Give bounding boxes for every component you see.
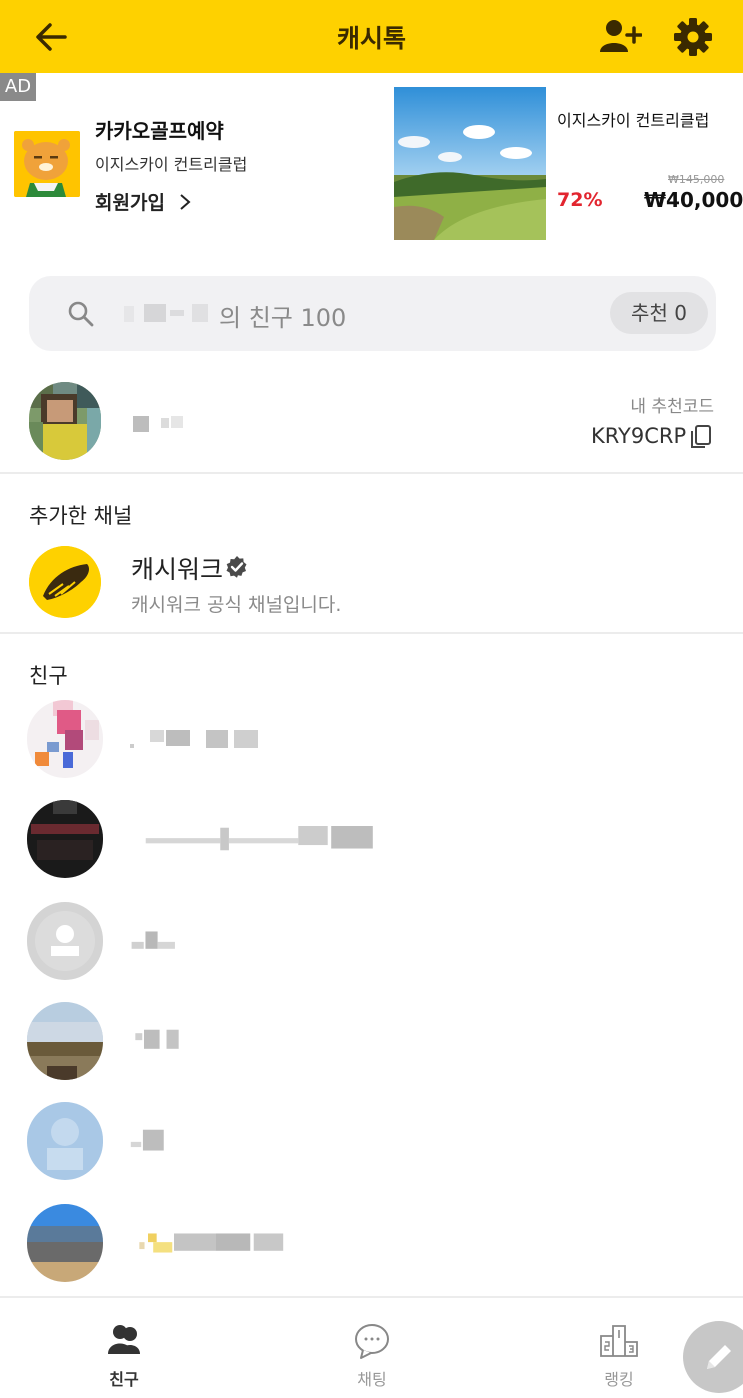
- tab-chat[interactable]: 채팅: [312, 1298, 432, 1398]
- friend-avatar: [27, 800, 103, 878]
- friends-section-title: 친구: [29, 664, 68, 688]
- ad-original-price: ₩145,000: [668, 173, 725, 186]
- tab-ranking[interactable]: 랭킹: [559, 1298, 679, 1398]
- pencil-icon: [707, 1345, 731, 1369]
- cashwalk-logo: [29, 546, 101, 618]
- tab-friends-label: 친구: [109, 1370, 139, 1389]
- ad-discount: 72%: [557, 189, 603, 211]
- tab-chat-label: 채팅: [357, 1370, 387, 1389]
- channels-section-title: 추가한 채널: [29, 504, 133, 528]
- search-icon: [68, 301, 94, 327]
- ad-product-title: 이지스카이 컨트리클럽: [557, 111, 710, 130]
- friend-list-item[interactable]: [0, 700, 743, 790]
- divider: [0, 472, 743, 474]
- blurred-friend-name: [139, 1233, 284, 1253]
- referral-code-label: 내 추천코드: [630, 397, 714, 417]
- podium-icon: [600, 1325, 638, 1357]
- blurred-friend-name: [131, 931, 175, 949]
- friend-list-item[interactable]: [0, 1102, 743, 1192]
- tab-friends[interactable]: 친구: [64, 1298, 184, 1398]
- ad-brand-name: 카카오골프예약: [95, 119, 224, 143]
- friend-list-item[interactable]: [0, 800, 743, 890]
- bottom-nav: 친구 채팅 랭킹: [0, 1296, 743, 1398]
- blurred-friend-name: [135, 1029, 179, 1049]
- ad-signup-link[interactable]: 회원가입: [95, 188, 192, 215]
- chat-bubble-icon: [355, 1324, 389, 1359]
- ad-badge: AD: [0, 73, 36, 101]
- copy-icon[interactable]: [690, 424, 712, 450]
- verified-badge-icon: [226, 556, 247, 578]
- default-avatar-icon: [27, 902, 103, 980]
- friend-avatar: [27, 1102, 103, 1180]
- blurred-username: [124, 304, 208, 322]
- blurred-friend-name: [145, 826, 373, 851]
- friend-search-bar[interactable]: 의 친구 100 추천 0: [29, 276, 716, 351]
- friend-list-item[interactable]: [0, 1204, 743, 1294]
- ad-logo: [14, 131, 80, 197]
- gear-icon[interactable]: [672, 16, 714, 58]
- ad-signup-label: 회원가입: [95, 192, 165, 214]
- add-friend-icon[interactable]: [598, 16, 642, 56]
- friend-list-item[interactable]: [0, 902, 743, 992]
- friend-avatar: [27, 1002, 103, 1080]
- ad-banner[interactable]: AD 카카오골프예약 이지스카이 컨트리클럽 회원가입 이지스카이 컨트리클럽 …: [0, 73, 743, 258]
- channel-description: 캐시워크 공식 채널입니다.: [131, 594, 342, 616]
- referral-code: KRY9CRP: [591, 424, 687, 448]
- ad-subtitle: 이지스카이 컨트리클럽: [95, 155, 248, 174]
- divider: [0, 632, 743, 634]
- top-app-bar: 캐시톡: [0, 0, 743, 73]
- golf-course-image[interactable]: [394, 87, 546, 240]
- friend-list-item[interactable]: [0, 1002, 743, 1092]
- channel-item-cashwalk[interactable]: 캐시워크 캐시워크 공식 채널입니다.: [0, 540, 743, 625]
- blurred-friend-name: [130, 730, 258, 748]
- my-profile-row[interactable]: 내 추천코드 KRY9CRP: [0, 378, 743, 473]
- friend-avatar: [27, 1204, 103, 1282]
- chevron-right-icon: [179, 194, 191, 210]
- blurred-my-name: [133, 416, 183, 432]
- blurred-friend-name: [130, 1129, 164, 1151]
- ad-price: ₩40,000: [644, 188, 743, 212]
- friends-icon: [108, 1325, 140, 1354]
- recommend-button[interactable]: 추천 0: [610, 292, 708, 334]
- friend-avatar: [27, 700, 103, 778]
- friend-count-label: 의 친구 100: [219, 304, 347, 332]
- tab-ranking-label: 랭킹: [604, 1370, 634, 1389]
- my-avatar[interactable]: [29, 382, 101, 460]
- channel-name: 캐시워크: [131, 555, 224, 584]
